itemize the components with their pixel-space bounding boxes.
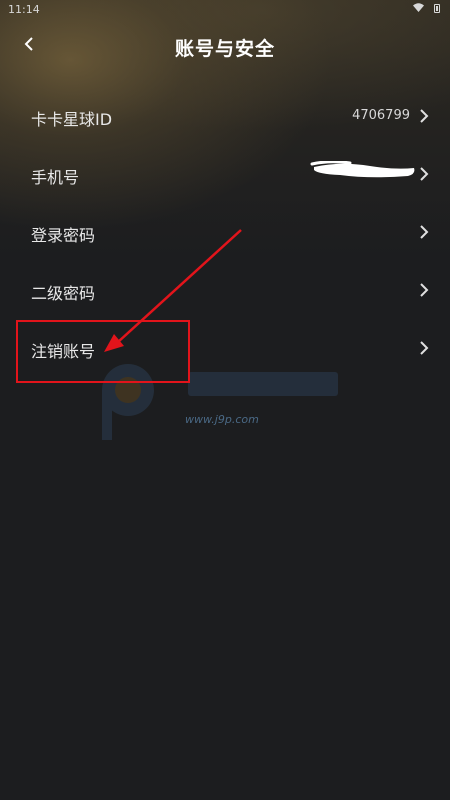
battery-icon [434,4,440,13]
status-time: 11:14 [8,3,40,16]
kaka-id-value: 4706799 [352,108,410,123]
row-label: 登录密码 [31,226,96,245]
status-bar: 11:14 [0,0,450,18]
row-secondary-password[interactable]: 二级密码 [0,261,450,319]
chevron-right-icon [420,283,429,297]
redaction-scribble [310,161,415,178]
chevron-right-icon [420,341,429,355]
chevron-right-icon [420,225,429,239]
page-title: 账号与安全 [174,38,275,60]
row-label: 二级密码 [31,284,96,303]
nav-header: 账号与安全 [0,28,450,64]
row-kaka-id[interactable]: 卡卡星球ID 4706799 [0,87,450,145]
chevron-right-icon [420,109,429,123]
chevron-right-icon [420,167,429,181]
row-label: 卡卡星球ID [31,110,113,129]
row-label: 手机号 [31,168,80,187]
row-phone-number[interactable]: 手机号 [0,145,450,203]
row-login-password[interactable]: 登录密码 [0,203,450,261]
annotation-highlight-box [16,320,190,383]
wifi-icon [413,3,424,15]
watermark-url: www.j9p.com [185,413,259,426]
